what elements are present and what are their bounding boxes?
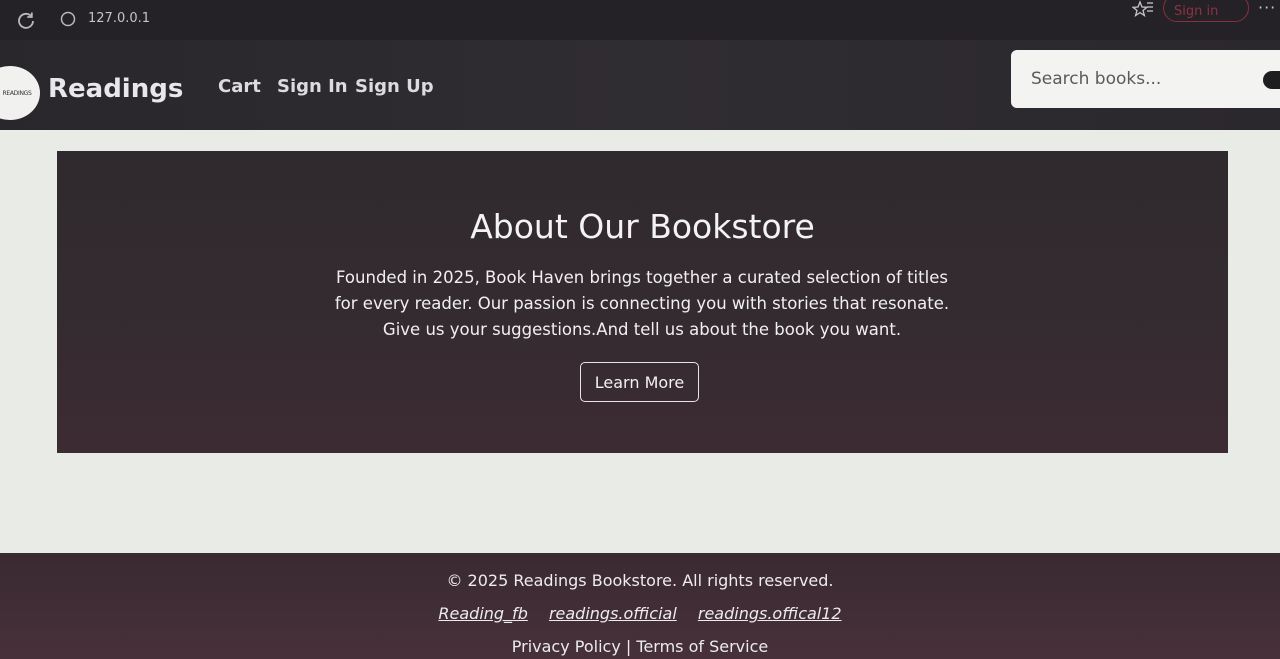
about-title: About Our Bookstore: [470, 207, 815, 246]
site-info-icon[interactable]: [60, 11, 76, 27]
brand-logo[interactable]: READINGS: [0, 66, 40, 120]
search-button[interactable]: [1263, 71, 1280, 89]
address-bar-url[interactable]: 127.0.0.1: [88, 11, 150, 26]
browser-signin-button[interactable]: Sign in: [1163, 0, 1249, 22]
social-link-official[interactable]: readings.official: [549, 604, 677, 623]
copyright-text: © 2025 Readings Bookstore. All rights re…: [446, 571, 834, 590]
social-link-fb[interactable]: Reading_fb: [438, 604, 527, 623]
nav-sign-up[interactable]: Sign Up: [355, 76, 434, 97]
browser-signin-label: Sign in: [1174, 4, 1219, 19]
browser-toolbar: 127.0.0.1 Sign in ···: [0, 0, 1280, 40]
about-description: Founded in 2025, Book Haven brings toget…: [327, 265, 957, 343]
about-banner: About Our Bookstore Founded in 2025, Boo…: [57, 151, 1228, 453]
about-line-3: Give us your suggestions.And tell us abo…: [382, 320, 902, 339]
favorites-icon[interactable]: [1132, 0, 1154, 18]
search-input[interactable]: [1031, 66, 1261, 92]
nav-cart[interactable]: Cart: [218, 76, 261, 97]
brand-name[interactable]: Readings: [48, 74, 183, 104]
site-footer: © 2025 Readings Bookstore. All rights re…: [0, 553, 1280, 659]
legal-separator: |: [625, 637, 632, 656]
legal-links: Privacy Policy | Terms of Service: [0, 637, 1280, 656]
logo-text: READINGS: [2, 89, 32, 97]
more-icon[interactable]: ···: [1258, 0, 1280, 17]
reload-icon[interactable]: [16, 10, 36, 30]
nav-sign-in[interactable]: Sign In: [277, 76, 348, 97]
site-header: READINGS Readings Cart Sign In Sign Up: [0, 40, 1280, 130]
about-line-1: Founded in 2025, Book Haven brings toget…: [336, 268, 948, 287]
about-line-2: for every reader. Our passion is connect…: [334, 294, 950, 313]
social-links: Reading_fb readings.official readings.of…: [0, 604, 1280, 623]
terms-of-service-link[interactable]: Terms of Service: [636, 637, 768, 656]
search-box: [1011, 50, 1280, 108]
social-link-official12[interactable]: readings.offical12: [698, 604, 842, 623]
privacy-policy-link[interactable]: Privacy Policy: [512, 637, 621, 656]
learn-more-button[interactable]: Learn More: [580, 362, 699, 402]
